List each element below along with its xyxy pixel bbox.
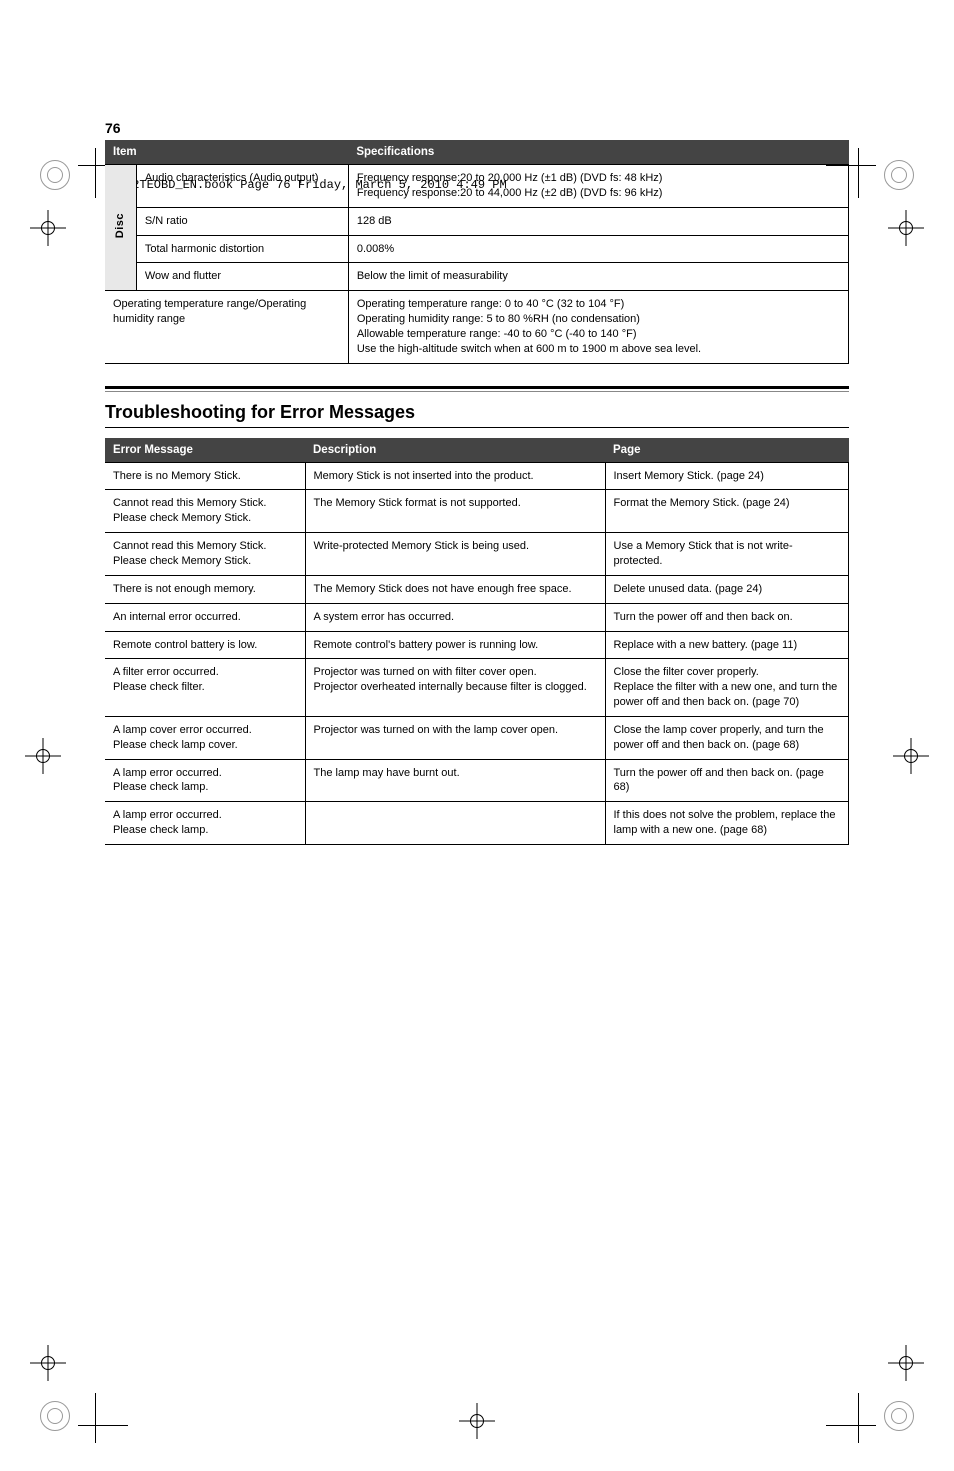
table-row: Remote control battery is low. Remote co… <box>105 631 849 659</box>
table-cell: Frequency response:20 to 20,000 Hz (±1 d… <box>348 165 848 208</box>
col-item: Item <box>105 140 348 165</box>
page-content: 76 Item Specifications Disc Audio charac… <box>105 120 849 845</box>
table-cell: Below the limit of measurability <box>348 263 848 291</box>
table-row: There is not enough memory. The Memory S… <box>105 575 849 603</box>
table-cell: Audio characteristics (Audio output) <box>136 165 348 208</box>
col-page: Page <box>605 438 849 463</box>
reg-cross-icon <box>30 1345 66 1381</box>
table-cell: The Memory Stick format is not supported… <box>305 490 605 533</box>
table-cell <box>305 802 605 845</box>
table-cell: Cannot read this Memory Stick.Please che… <box>105 533 305 576</box>
specifications-table: Item Specifications Disc Audio character… <box>105 140 849 364</box>
table-cell: A filter error occurred.Please check fil… <box>105 659 305 717</box>
col-desc: Description <box>305 438 605 463</box>
table-cell: Delete unused data. (page 24) <box>605 575 849 603</box>
reg-cross-icon <box>25 738 61 774</box>
table-cell: The lamp may have burnt out. <box>305 759 605 802</box>
table-cell: Close the filter cover properly.Replace … <box>605 659 849 717</box>
table-cell: Total harmonic distortion <box>136 235 348 263</box>
table-row: Cannot read this Memory Stick.Please che… <box>105 490 849 533</box>
table-cell: 128 dB <box>348 207 848 235</box>
table-cell: Turn the power off and then back on. <box>605 603 849 631</box>
reg-cross-icon <box>459 1403 495 1439</box>
reg-mark-icon <box>884 160 914 190</box>
table-row: An internal error occurred. A system err… <box>105 603 849 631</box>
page-number: 76 <box>105 120 849 136</box>
table-row: A lamp cover error occurred.Please check… <box>105 716 849 759</box>
table-row: A lamp error occurred.Please check lamp.… <box>105 759 849 802</box>
reg-cross-icon <box>30 210 66 246</box>
table-cell: A lamp error occurred.Please check lamp. <box>105 802 305 845</box>
table-cell: S/N ratio <box>136 207 348 235</box>
table-row: There is no Memory Stick. Memory Stick i… <box>105 462 849 490</box>
table-cell: Turn the power off and then back on. (pa… <box>605 759 849 802</box>
reg-mark-icon <box>40 1401 70 1431</box>
table-cell: Remote control's battery power is runnin… <box>305 631 605 659</box>
section-title: Troubleshooting for Error Messages <box>105 402 849 423</box>
table-cell: A lamp cover error occurred.Please check… <box>105 716 305 759</box>
table-cell: Projector was turned on with the lamp co… <box>305 716 605 759</box>
reg-mark-icon <box>884 1401 914 1431</box>
table-cell: Close the lamp cover properly, and turn … <box>605 716 849 759</box>
table-cell: There is not enough memory. <box>105 575 305 603</box>
table-cell: Cannot read this Memory Stick.Please che… <box>105 490 305 533</box>
table-cell: Operating temperature range/Operating hu… <box>105 291 348 363</box>
reg-cross-icon <box>893 738 929 774</box>
table-cell: Wow and flutter <box>136 263 348 291</box>
table-cell: 0.008% <box>348 235 848 263</box>
table-cell: Format the Memory Stick. (page 24) <box>605 490 849 533</box>
table-cell: An internal error occurred. <box>105 603 305 631</box>
table-cell: A system error has occurred. <box>305 603 605 631</box>
col-error: Error Message <box>105 438 305 463</box>
reg-mark-icon <box>40 160 70 190</box>
table-cell: If this does not solve the problem, repl… <box>605 802 849 845</box>
table-cell: Projector was turned on with filter cove… <box>305 659 605 717</box>
table-cell: Insert Memory Stick. (page 24) <box>605 462 849 490</box>
table-cell: Write-protected Memory Stick is being us… <box>305 533 605 576</box>
reg-cross-icon <box>888 210 924 246</box>
table-cell: There is no Memory Stick. <box>105 462 305 490</box>
reg-cross-icon <box>888 1345 924 1381</box>
table-row: A filter error occurred.Please check fil… <box>105 659 849 717</box>
table-row: A lamp error occurred.Please check lamp.… <box>105 802 849 845</box>
table-row: Cannot read this Memory Stick.Please che… <box>105 533 849 576</box>
col-spec: Specifications <box>348 140 848 165</box>
table-cell: A lamp error occurred.Please check lamp. <box>105 759 305 802</box>
row-group-disc: Disc <box>105 165 136 291</box>
table-cell: The Memory Stick does not have enough fr… <box>305 575 605 603</box>
table-cell: Memory Stick is not inserted into the pr… <box>305 462 605 490</box>
table-cell: Replace with a new battery. (page 11) <box>605 631 849 659</box>
table-cell: Remote control battery is low. <box>105 631 305 659</box>
table-cell: Operating temperature range: 0 to 40 °C … <box>348 291 848 363</box>
error-messages-table: Error Message Description Page There is … <box>105 438 849 845</box>
table-cell: Use a Memory Stick that is not write-pro… <box>605 533 849 576</box>
